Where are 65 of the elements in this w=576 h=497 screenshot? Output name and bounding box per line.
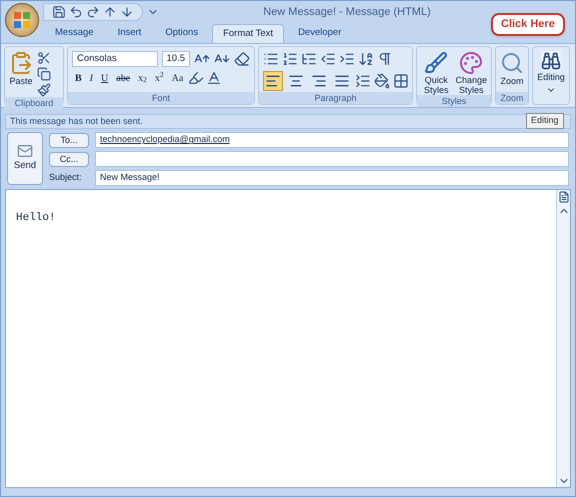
redo-icon[interactable] (86, 5, 100, 19)
ribbon-tab[interactable]: Insert (108, 24, 152, 43)
arrow-up-icon[interactable] (103, 5, 117, 19)
ribbon-tab[interactable]: Format Text (212, 24, 284, 43)
ribbon-tab[interactable]: Message (45, 24, 104, 43)
group-label: Zoom (496, 92, 528, 104)
save-icon[interactable] (52, 5, 66, 19)
copy-icon[interactable] (37, 67, 51, 81)
font-size-field[interactable]: 10.5 (162, 51, 190, 67)
format-painter-icon[interactable] (37, 83, 51, 97)
group-label: Font (68, 92, 254, 104)
decrease-indent-icon[interactable] (320, 51, 336, 67)
cut-icon[interactable] (37, 51, 51, 65)
group-label: Clipboard (5, 97, 63, 109)
shading-icon[interactable] (374, 73, 390, 89)
subject-label: Subject: (49, 171, 83, 184)
clear-formatting-icon[interactable] (234, 51, 250, 67)
font-family-field[interactable]: Consolas (72, 51, 158, 67)
align-button[interactable] (263, 71, 283, 91)
font-style-button[interactable]: B (72, 70, 85, 86)
font-style-button[interactable]: I (86, 70, 96, 86)
brush-icon (424, 51, 448, 75)
change-styles-button[interactable]: Change Styles (455, 51, 487, 95)
numbering-icon[interactable] (282, 51, 298, 67)
magnifier-icon (500, 51, 524, 75)
multilevel-list-icon[interactable] (301, 51, 317, 67)
font-style-button[interactable]: x$_{2}$ (135, 70, 150, 86)
group-label: Styles (417, 95, 491, 107)
ribbon-tab[interactable]: Developer (288, 24, 352, 43)
cc-field[interactable] (95, 151, 569, 167)
palette-icon (459, 51, 484, 75)
highlighter-icon[interactable] (188, 70, 204, 86)
arrow-down-icon[interactable] (120, 5, 134, 19)
increase-indent-icon[interactable] (339, 51, 355, 67)
to-field[interactable]: technoencyclopedia@gmail.com (95, 132, 569, 148)
send-button[interactable]: Send (7, 132, 43, 185)
window-title: New Message! - Message (HTML) (263, 4, 431, 20)
body-text: Hello! (16, 212, 56, 224)
font-style-button[interactable]: U (98, 70, 112, 86)
font-style-button[interactable]: abe (113, 70, 134, 86)
pilcrow-icon[interactable] (377, 51, 393, 67)
binoculars-icon (541, 51, 561, 71)
font-style-button[interactable]: Aa (168, 70, 186, 86)
group-label: Paragraph (259, 92, 412, 104)
clipboard-icon (9, 51, 33, 75)
office-logo-icon (13, 11, 31, 29)
subject-field[interactable]: New Message! (95, 170, 569, 186)
info-bar-message: This message has not been sent. (10, 114, 143, 128)
click-here-callout: Click Here (491, 13, 565, 36)
zoom-button[interactable]: Zoom (500, 51, 524, 92)
envelope-icon (15, 143, 35, 160)
undo-icon[interactable] (69, 5, 83, 19)
office-button[interactable] (5, 3, 39, 37)
borders-icon[interactable] (393, 73, 409, 89)
scrollbar[interactable] (556, 190, 570, 487)
sort-icon[interactable] (358, 51, 374, 67)
cc-button[interactable]: Cc... (49, 152, 89, 166)
tooltip: Editing (526, 113, 564, 128)
to-button[interactable]: To... (49, 132, 89, 148)
font-style-button[interactable]: x$^{2}$ (152, 70, 167, 86)
line-spacing-icon[interactable] (355, 73, 371, 89)
font-color-icon[interactable] (206, 70, 222, 86)
bullets-icon[interactable] (263, 51, 279, 67)
ribbon-tab[interactable]: Options (155, 24, 208, 43)
quick-styles-button[interactable]: Quick Styles (421, 51, 452, 95)
